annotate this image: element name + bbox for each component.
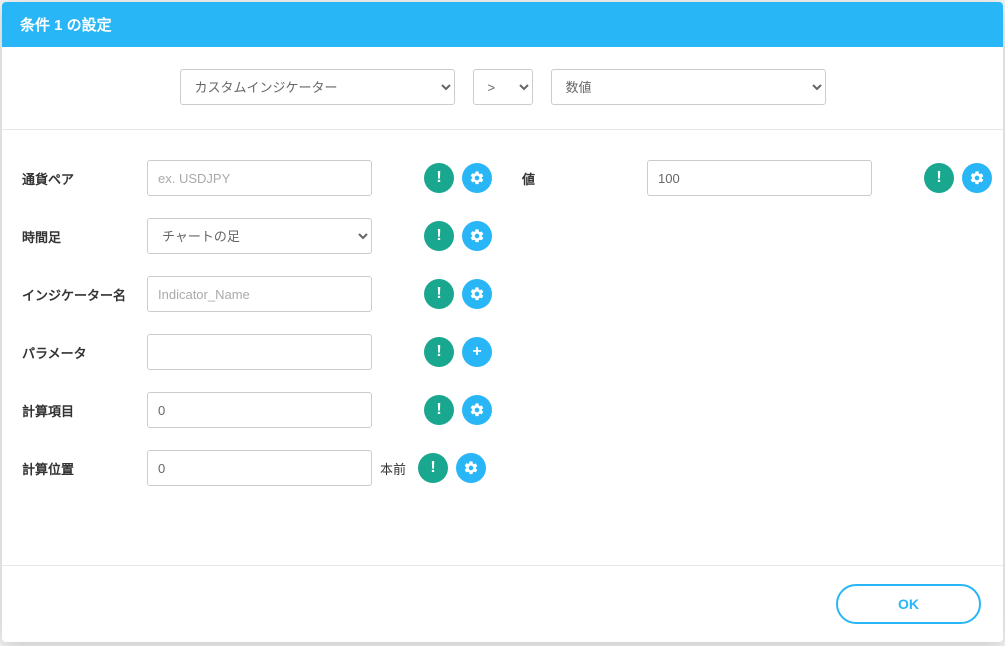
gear-icon <box>469 228 485 244</box>
currency-pair-gear-button[interactable] <box>462 163 492 193</box>
gear-icon <box>469 286 485 302</box>
calc-item-row: 計算項目 ! <box>22 392 492 428</box>
left-form-column: 通貨ペア ! 時間足 <box>22 160 492 508</box>
gear-icon <box>463 460 479 476</box>
exclamation-icon: ! <box>436 343 441 361</box>
calc-item-input[interactable] <box>147 392 372 428</box>
gear-icon <box>469 170 485 186</box>
settings-modal: 条件 1 の設定 カスタムインジケーター > 数値 通貨ペア <box>2 2 1003 642</box>
timeframe-row: 時間足 チャートの足 ! <box>22 218 492 254</box>
calc-position-input[interactable] <box>147 450 372 486</box>
operator-select[interactable]: > <box>473 69 533 105</box>
parameter-input[interactable] <box>147 334 372 370</box>
currency-pair-label: 通貨ペア <box>22 169 147 188</box>
exclamation-icon: ! <box>436 227 441 245</box>
exclamation-icon: ! <box>936 169 941 187</box>
parameter-row: パラメータ ! + <box>22 334 492 370</box>
calc-position-label: 計算位置 <box>22 459 147 478</box>
indicator-name-input[interactable] <box>147 276 372 312</box>
calc-position-suffix: 本前 <box>380 459 406 478</box>
top-selects-row: カスタムインジケーター > 数値 <box>2 47 1003 130</box>
calc-position-row: 計算位置 本前 ! <box>22 450 492 486</box>
timeframe-select[interactable]: チャートの足 <box>147 218 372 254</box>
indicator-name-info-button[interactable]: ! <box>424 279 454 309</box>
exclamation-icon: ! <box>436 169 441 187</box>
value-row: 値 ! <box>522 160 992 196</box>
form-area: 通貨ペア ! 時間足 <box>2 130 1003 528</box>
exclamation-icon: ! <box>436 285 441 303</box>
plus-icon: + <box>472 343 481 361</box>
ok-button[interactable]: OK <box>836 584 981 624</box>
timeframe-gear-button[interactable] <box>462 221 492 251</box>
parameter-add-button[interactable]: + <box>462 337 492 367</box>
currency-pair-input[interactable] <box>147 160 372 196</box>
value-info-button[interactable]: ! <box>924 163 954 193</box>
modal-footer: OK <box>2 565 1003 642</box>
value-gear-button[interactable] <box>962 163 992 193</box>
calc-item-gear-button[interactable] <box>462 395 492 425</box>
calc-position-gear-button[interactable] <box>456 453 486 483</box>
left-operand-select[interactable]: カスタムインジケーター <box>180 69 455 105</box>
calc-item-label: 計算項目 <box>22 401 147 420</box>
indicator-name-row: インジケーター名 ! <box>22 276 492 312</box>
exclamation-icon: ! <box>430 459 435 477</box>
right-form-column: 値 ! <box>522 160 992 508</box>
calc-position-info-button[interactable]: ! <box>418 453 448 483</box>
indicator-name-label: インジケーター名 <box>22 285 147 304</box>
indicator-name-gear-button[interactable] <box>462 279 492 309</box>
parameter-info-button[interactable]: ! <box>424 337 454 367</box>
modal-title: 条件 1 の設定 <box>20 17 112 34</box>
exclamation-icon: ! <box>436 401 441 419</box>
currency-pair-row: 通貨ペア ! <box>22 160 492 196</box>
calc-item-info-button[interactable]: ! <box>424 395 454 425</box>
timeframe-label: 時間足 <box>22 227 147 246</box>
timeframe-info-button[interactable]: ! <box>424 221 454 251</box>
modal-body: カスタムインジケーター > 数値 通貨ペア ! <box>2 47 1003 565</box>
gear-icon <box>469 402 485 418</box>
parameter-label: パラメータ <box>22 343 147 362</box>
modal-header: 条件 1 の設定 <box>2 2 1003 47</box>
currency-pair-info-button[interactable]: ! <box>424 163 454 193</box>
value-input[interactable] <box>647 160 872 196</box>
right-operand-select[interactable]: 数値 <box>551 69 826 105</box>
value-label: 値 <box>522 169 647 188</box>
gear-icon <box>969 170 985 186</box>
